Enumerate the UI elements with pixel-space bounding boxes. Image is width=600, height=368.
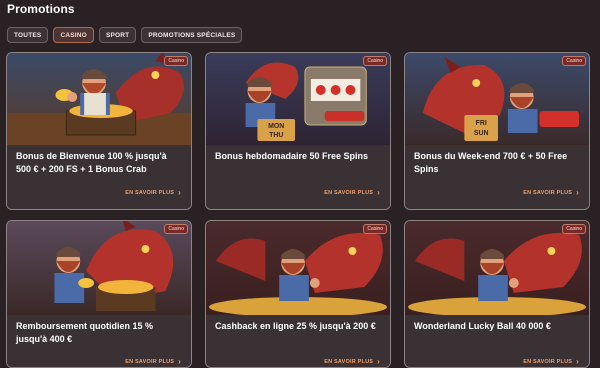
chevron-right-icon: › (178, 188, 181, 197)
promo-card-weekend-bonus[interactable]: FRI SUN Casino Bonus du Week-end 700 € +… (404, 52, 590, 210)
page-title: Promotions (7, 2, 75, 16)
promo-card-online-cashback[interactable]: Casino Cashback en ligne 25 % jusqu'à 20… (205, 220, 391, 368)
promo-title: Bonus de Bienvenue 100 % jusqu'à 500 € +… (16, 151, 167, 174)
promo-card-weekly-bonus[interactable]: MON THU Casino Bonus hebdomadaire 50 Fre… (205, 52, 391, 210)
chevron-right-icon: › (576, 188, 579, 197)
filter-bar: TOUTES CASINO SPORT PROMOTIONS SPÉCIALES (7, 27, 243, 43)
category-badge: Casino (562, 56, 586, 66)
category-badge: Casino (363, 224, 387, 234)
promo-image-coins-dragon: Casino (405, 221, 589, 315)
svg-text:THU: THU (269, 132, 283, 139)
svg-text:SUN: SUN (474, 130, 489, 137)
learn-more-label: EN SAVOIR PLUS (324, 359, 374, 365)
learn-more-label: EN SAVOIR PLUS (324, 190, 374, 196)
learn-more-label: EN SAVOIR PLUS (125, 190, 175, 196)
promo-info: Wonderland Lucky Ball 40 000 € EN SAVOIR… (405, 315, 589, 367)
learn-more-link[interactable]: EN SAVOIR PLUS › (324, 358, 380, 366)
learn-more-label: EN SAVOIR PLUS (523, 359, 573, 365)
promo-title: Bonus du Week-end 700 € + 50 Free Spins (414, 151, 568, 174)
chevron-right-icon: › (377, 357, 380, 366)
promotions-grid: Casino Bonus de Bienvenue 100 % jusqu'à … (6, 52, 590, 368)
promo-info: Bonus hebdomadaire 50 Free Spins EN SAVO… (206, 145, 390, 209)
svg-text:FRI: FRI (476, 120, 487, 127)
learn-more-label: EN SAVOIR PLUS (523, 190, 573, 196)
svg-text:MON: MON (268, 123, 284, 130)
promo-card-welcome-bonus[interactable]: Casino Bonus de Bienvenue 100 % jusqu'à … (6, 52, 192, 210)
chevron-right-icon: › (178, 357, 181, 366)
learn-more-link[interactable]: EN SAVOIR PLUS › (523, 358, 579, 366)
promo-image-miner-gold: Casino (7, 53, 191, 145)
learn-more-label: EN SAVOIR PLUS (125, 359, 175, 365)
promotions-page: Promotions TOUTES CASINO SPORT PROMOTION… (0, 0, 600, 368)
filter-sport[interactable]: SPORT (98, 27, 137, 43)
chevron-right-icon: › (576, 357, 579, 366)
promo-info: Remboursement quotidien 15 % jusqu'à 400… (7, 315, 191, 367)
promo-image-dragon-sign: FRI SUN Casino (405, 53, 589, 145)
learn-more-link[interactable]: EN SAVOIR PLUS › (523, 189, 579, 197)
promo-image-slot-machine: MON THU Casino (206, 53, 390, 145)
promo-title: Wonderland Lucky Ball 40 000 € (414, 321, 551, 331)
promo-info: Cashback en ligne 25 % jusqu'à 200 € EN … (206, 315, 390, 367)
promo-title: Remboursement quotidien 15 % jusqu'à 400… (16, 321, 154, 344)
promo-card-lucky-ball[interactable]: Casino Wonderland Lucky Ball 40 000 € EN… (404, 220, 590, 368)
filter-casino[interactable]: CASINO (53, 27, 94, 43)
promo-image-coins-dragon: Casino (206, 221, 390, 315)
learn-more-link[interactable]: EN SAVOIR PLUS › (324, 189, 380, 197)
category-badge: Casino (164, 224, 188, 234)
promo-title: Bonus hebdomadaire 50 Free Spins (215, 151, 369, 161)
promo-info: Bonus du Week-end 700 € + 50 Free Spins … (405, 145, 589, 209)
category-badge: Casino (562, 224, 586, 234)
learn-more-link[interactable]: EN SAVOIR PLUS › (125, 358, 181, 366)
chevron-right-icon: › (377, 188, 380, 197)
category-badge: Casino (363, 56, 387, 66)
learn-more-link[interactable]: EN SAVOIR PLUS › (125, 189, 181, 197)
promo-image-gold-cart: Casino (7, 221, 191, 315)
category-badge: Casino (164, 56, 188, 66)
filter-special-promotions[interactable]: PROMOTIONS SPÉCIALES (141, 27, 243, 43)
filter-all[interactable]: TOUTES (7, 27, 49, 43)
promo-info: Bonus de Bienvenue 100 % jusqu'à 500 € +… (7, 145, 191, 209)
promo-card-daily-cashback[interactable]: Casino Remboursement quotidien 15 % jusq… (6, 220, 192, 368)
promo-title: Cashback en ligne 25 % jusqu'à 200 € (215, 321, 376, 331)
